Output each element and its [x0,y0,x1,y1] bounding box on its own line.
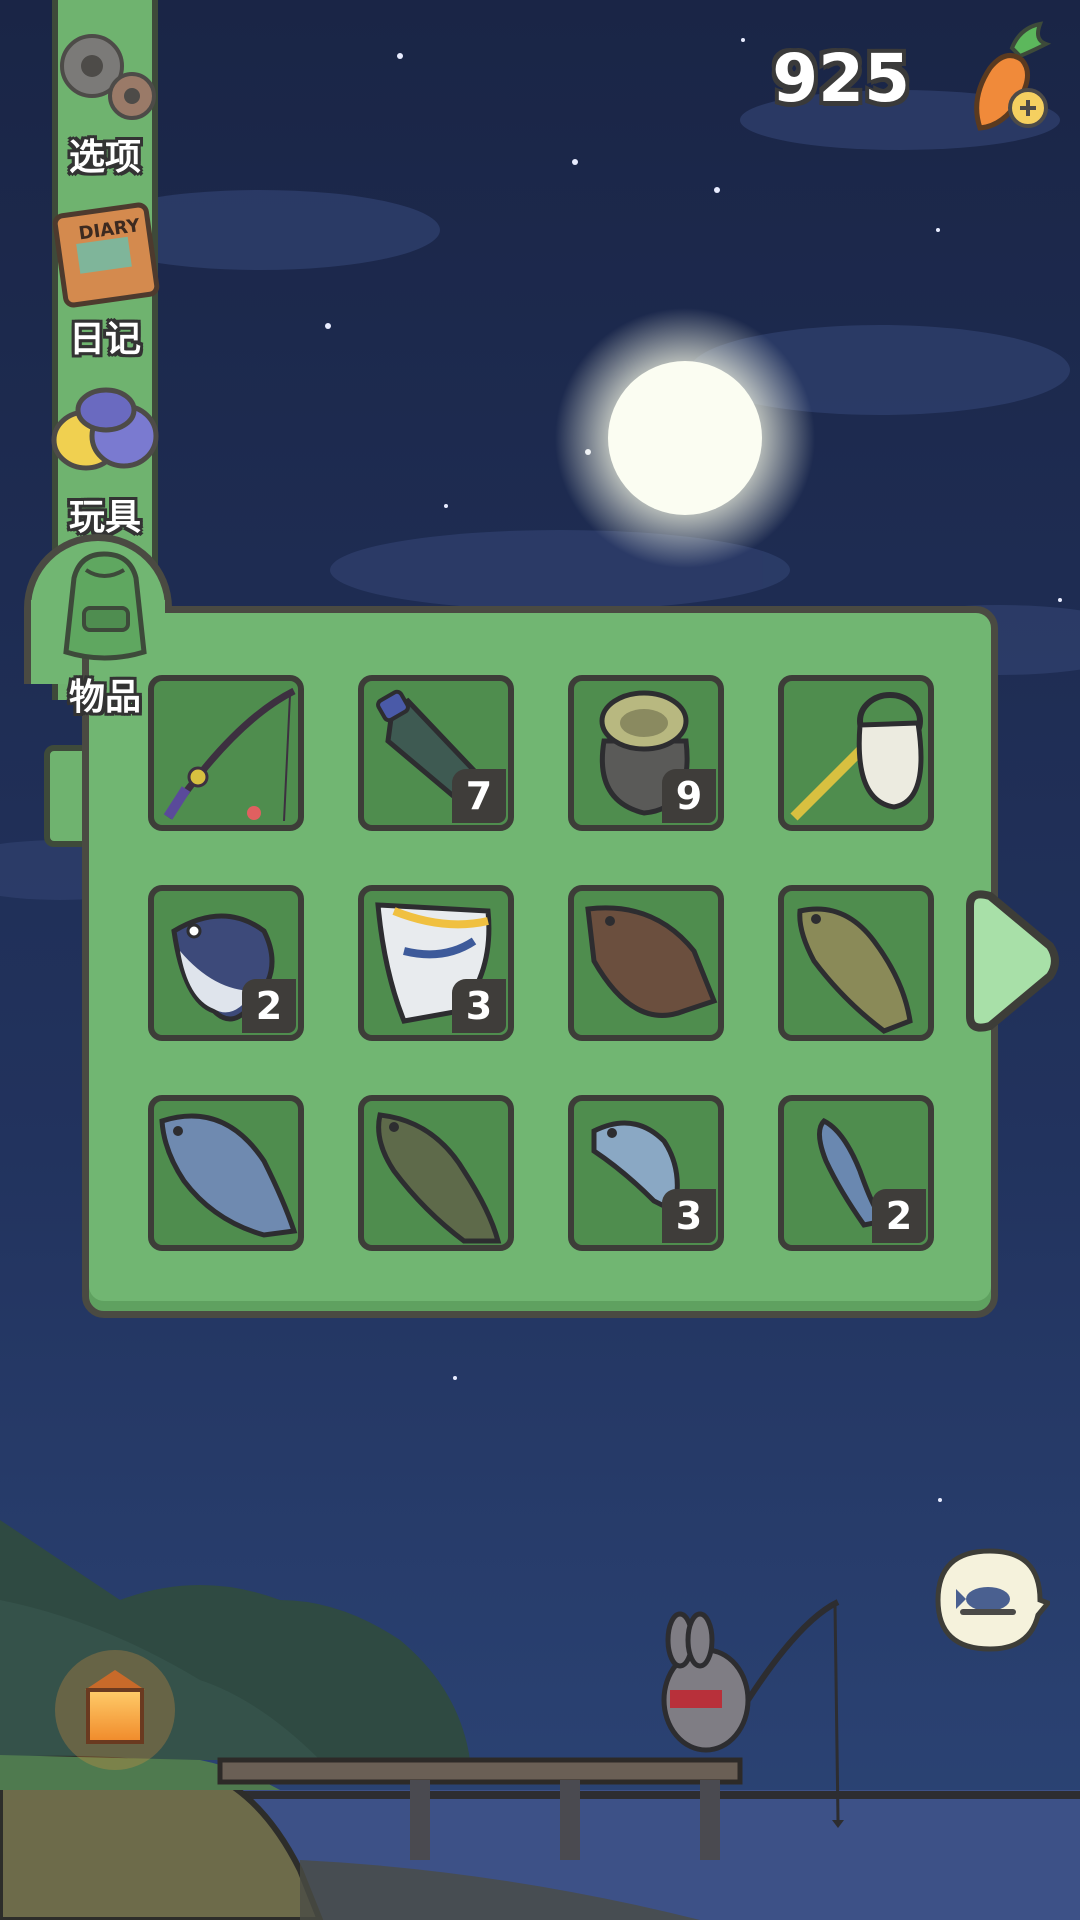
inventory-slot-fishing-net[interactable] [778,675,934,831]
menu-options-label: 选项 [68,137,141,178]
fishing-rod-icon [163,687,296,822]
carrot-plus-icon[interactable] [950,18,1060,138]
inventory-slot-bass[interactable] [358,1095,514,1251]
menu-options-button[interactable]: 选项 [30,18,180,180]
fish-bubble-button[interactable] [930,1545,1050,1655]
gear-icon [60,34,156,120]
fishing-net-icon [790,692,924,821]
diary-icon: DIARY [52,202,160,308]
inventory-slot-bait-bag[interactable]: 9 [568,675,724,831]
inventory-slot-fishing-rod[interactable] [148,675,304,831]
menu-diary-button[interactable]: DIARY 日记 [30,200,180,362]
bass-icon [376,1112,502,1244]
item-count-badge: 9 [662,769,716,823]
inventory-slot-salmon[interactable] [148,1095,304,1251]
menu-diary-label: 日记 [68,319,141,360]
inventory-slot-tuna[interactable]: 2 [148,885,304,1041]
item-count-badge: 3 [662,1189,716,1243]
inventory-slot-cod[interactable] [778,885,934,1041]
inventory-slot-triggerfish[interactable]: 3 [358,885,514,1041]
inventory-slot-blue-fish[interactable]: 3 [568,1095,724,1251]
item-count-badge: 3 [452,979,506,1033]
item-count-badge: 7 [452,769,506,823]
next-page-button[interactable] [960,886,1060,1036]
salmon-icon [159,1113,298,1238]
menu-toys-button[interactable]: 玩具 [30,378,180,540]
item-count-badge: 2 [872,1189,926,1243]
backpack-icon [63,551,147,661]
inventory-slot-sardine[interactable]: 2 [778,1095,934,1251]
cod-icon [797,906,913,1034]
toys-icon [51,387,159,471]
menu-toys-label: 玩具 [68,497,141,538]
item-count-badge: 2 [242,979,296,1033]
flounder-icon [585,905,718,1018]
inventory-slot-flounder[interactable] [568,885,724,1041]
carrot-count: 925 [772,40,910,117]
inventory-slot-plastic-bottle[interactable]: 7 [358,675,514,831]
